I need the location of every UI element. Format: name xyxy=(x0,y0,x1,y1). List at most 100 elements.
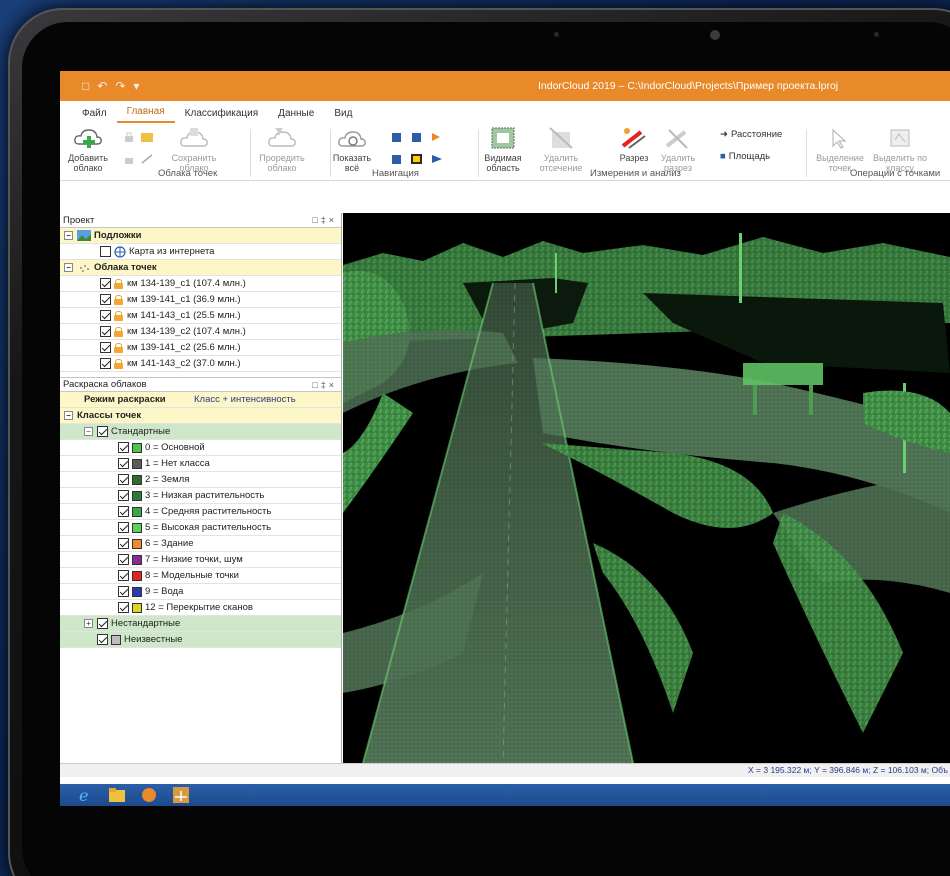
cloud-item[interactable]: км 139-141_c2 (25.6 млн.) xyxy=(60,340,341,356)
undo-icon[interactable]: ↶ xyxy=(97,79,107,93)
checkbox[interactable] xyxy=(118,442,129,453)
class-item[interactable]: 3 = Низкая растительность xyxy=(60,488,341,504)
cursor-icon[interactable] xyxy=(430,131,444,143)
class-item[interactable]: 6 = Здание xyxy=(60,536,341,552)
play-icon[interactable] xyxy=(430,153,444,165)
cloud-item[interactable]: км 141-143_c1 (25.5 млн.) xyxy=(60,308,341,324)
panel-controls[interactable]: □‡× xyxy=(312,215,341,225)
app-icon[interactable] xyxy=(172,787,190,803)
checkbox[interactable] xyxy=(118,522,129,533)
class-item[interactable]: 9 = Вода xyxy=(60,584,341,600)
checkbox[interactable] xyxy=(118,570,129,581)
checkbox[interactable] xyxy=(100,246,111,257)
show-all-button[interactable]: Показать всё xyxy=(328,125,376,173)
lock-icon[interactable] xyxy=(114,326,123,337)
color-mode-row[interactable]: Режим раскраски Класс + интенсивность xyxy=(60,392,341,408)
cloud-item[interactable]: км 134-139_c2 (107.4 млн.) xyxy=(60,324,341,340)
cube-icon[interactable] xyxy=(410,153,424,165)
tab-classification[interactable]: Классификация xyxy=(175,108,269,123)
tree-group-standard[interactable]: − Стандартные xyxy=(60,424,341,440)
tab-data[interactable]: Данные xyxy=(268,108,324,123)
tree-group-backgrounds[interactable]: − Подложки xyxy=(60,228,341,244)
chevron-down-icon[interactable]: ▾ xyxy=(133,79,139,93)
save-icon[interactable]: □ xyxy=(82,79,89,93)
select-by-class-button[interactable]: Выделить по классу xyxy=(870,125,930,173)
collapse-icon[interactable]: − xyxy=(64,231,73,240)
checkbox[interactable] xyxy=(100,326,111,337)
collapse-icon[interactable]: − xyxy=(64,263,73,272)
cube-icon[interactable] xyxy=(390,131,404,143)
class-label: 9 = Вода xyxy=(145,586,184,597)
tree-group-classes[interactable]: − Классы точек xyxy=(60,408,341,424)
collapse-icon[interactable]: − xyxy=(64,411,73,420)
left-dock: Проект □‡× − Подложки Карта из интернета… xyxy=(60,213,342,763)
remove-clip-button[interactable]: Удалить отсечение xyxy=(536,125,586,173)
app-icon[interactable] xyxy=(140,787,158,803)
checkbox[interactable] xyxy=(118,602,129,613)
lock-icon[interactable] xyxy=(114,358,123,369)
cloud-item[interactable]: км 139-141_c1 (36.9 млн.) xyxy=(60,292,341,308)
checkbox[interactable] xyxy=(118,458,129,469)
clear-icon[interactable] xyxy=(140,153,154,165)
lock-icon[interactable] xyxy=(114,310,123,321)
checkbox[interactable] xyxy=(100,278,111,289)
checkbox[interactable] xyxy=(118,538,129,549)
panel-controls[interactable]: □‡× xyxy=(312,380,341,390)
checkbox[interactable] xyxy=(97,634,108,645)
tree-group-nonstandard[interactable]: + Нестандартные xyxy=(60,616,341,632)
save-cloud-button[interactable]: Сохранить облако xyxy=(170,125,218,173)
remove-section-button[interactable]: Удалить разрез xyxy=(658,125,698,173)
redo-icon[interactable]: ↷ xyxy=(115,79,125,93)
class-item[interactable]: 0 = Основной xyxy=(60,440,341,456)
checkbox[interactable] xyxy=(118,586,129,597)
cloud-item[interactable]: км 141-143_c2 (37.0 млн.) xyxy=(60,356,341,372)
visible-area-button[interactable]: Видимая область xyxy=(480,125,526,173)
ie-icon[interactable]: e xyxy=(76,787,94,803)
lock-icon[interactable] xyxy=(114,342,123,353)
checkbox[interactable] xyxy=(100,358,111,369)
cube-icon[interactable] xyxy=(410,131,424,143)
lock-icon[interactable] xyxy=(122,131,136,143)
checkbox[interactable] xyxy=(118,474,129,485)
tree-item-internet-map[interactable]: Карта из интернета xyxy=(60,244,341,260)
lock-icon[interactable] xyxy=(114,294,123,305)
cloud-item[interactable]: км 134-139_c1 (107.4 млн.) xyxy=(60,276,341,292)
tab-home[interactable]: Главная xyxy=(116,106,175,123)
checkbox[interactable] xyxy=(100,342,111,353)
tree-item-unknown[interactable]: Неизвестные xyxy=(60,632,341,648)
add-cloud-button[interactable]: Добавить облако xyxy=(66,125,110,173)
checkbox[interactable] xyxy=(97,618,108,629)
tab-file[interactable]: Файл xyxy=(72,108,117,123)
color-mode-value[interactable]: Класс + интенсивность xyxy=(194,394,296,405)
lock-icon[interactable] xyxy=(114,278,123,289)
class-item[interactable]: 1 = Нет класса xyxy=(60,456,341,472)
checkbox[interactable] xyxy=(97,426,108,437)
visible-area-label: Видимая область xyxy=(484,153,522,173)
class-item[interactable]: 5 = Высокая растительность xyxy=(60,520,341,536)
tree-group-clouds[interactable]: − Облака точек xyxy=(60,260,341,276)
expand-icon[interactable]: + xyxy=(84,619,93,628)
collapse-icon[interactable]: − xyxy=(84,427,93,436)
tab-view[interactable]: Вид xyxy=(324,108,362,123)
class-item[interactable]: 7 = Низкие точки, шум xyxy=(60,552,341,568)
point-cloud-viewport[interactable] xyxy=(343,213,950,763)
area-button[interactable]: ■ Площадь xyxy=(720,151,770,162)
checkbox[interactable] xyxy=(100,294,111,305)
unlock-icon[interactable] xyxy=(122,153,136,165)
app-window: □ ↶ ↷ ▾ IndorCloud 2019 – C:\IndorCloud\… xyxy=(60,71,950,806)
cube-icon[interactable] xyxy=(390,153,404,165)
select-points-button[interactable]: Выделение точек xyxy=(812,125,868,173)
folder-icon[interactable] xyxy=(140,131,154,143)
explorer-icon[interactable] xyxy=(108,787,126,803)
checkbox[interactable] xyxy=(118,490,129,501)
checkbox[interactable] xyxy=(100,310,111,321)
checkbox[interactable] xyxy=(118,554,129,565)
class-item[interactable]: 4 = Средняя растительность xyxy=(60,504,341,520)
checkbox[interactable] xyxy=(118,506,129,517)
class-item[interactable]: 8 = Модельные точки xyxy=(60,568,341,584)
class-item[interactable]: 2 = Земля xyxy=(60,472,341,488)
distance-button[interactable]: ➜ Расстояние xyxy=(720,129,782,140)
section-button[interactable]: Разрез xyxy=(616,125,652,163)
class-item[interactable]: 12 = Перекрытие сканов xyxy=(60,600,341,616)
thin-cloud-button[interactable]: Проредить облако xyxy=(256,125,308,173)
